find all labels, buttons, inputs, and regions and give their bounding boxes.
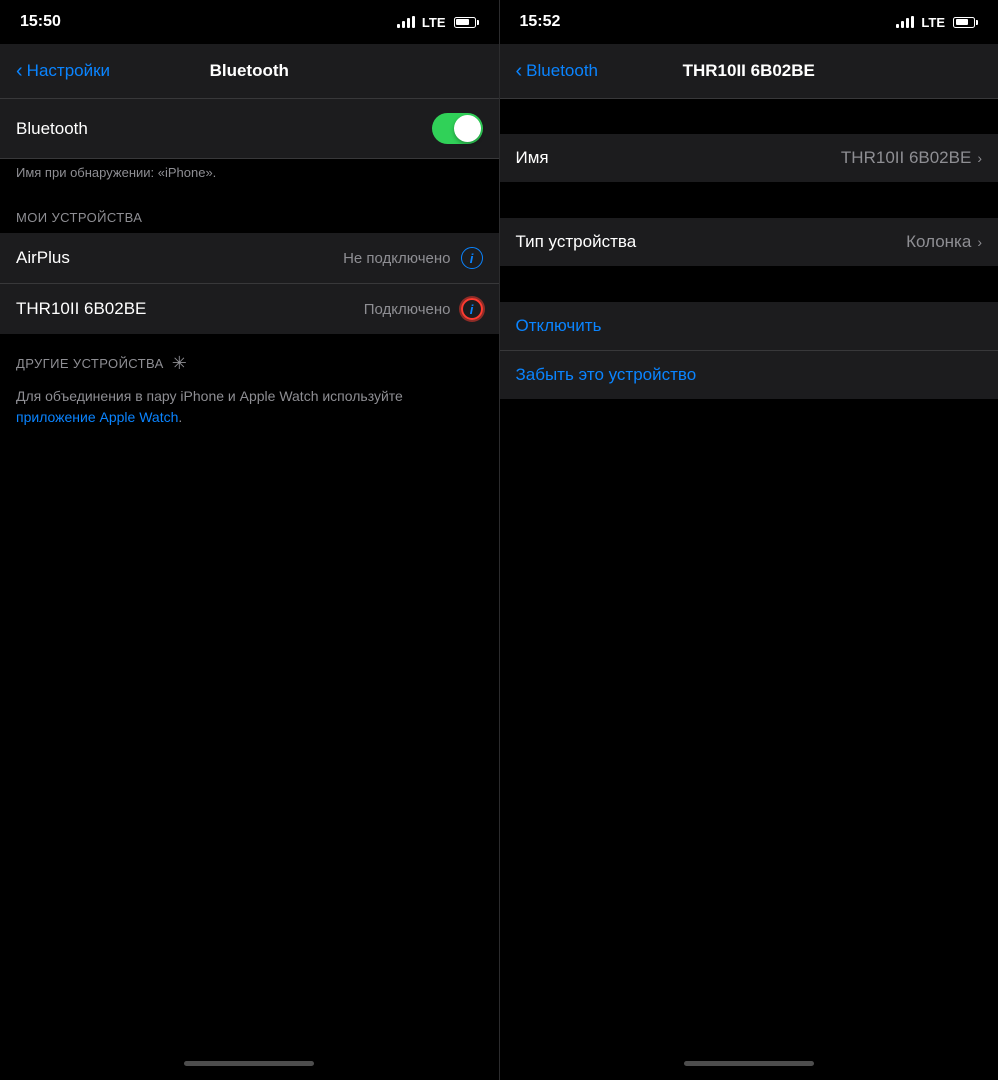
device-type-value: Колонка [906,232,971,252]
name-group: Имя THR10II 6B02BE › [500,134,998,182]
left-phone-panel: 15:50 LTE ‹ Настройки Bluetooth [0,0,499,1080]
back-label: Настройки [27,61,110,81]
name-label: Имя [516,148,549,168]
name-chevron-icon: › [977,150,982,166]
name-right: THR10II 6B02BE › [841,148,982,168]
left-status-bar: 15:50 LTE [0,0,499,44]
thr10-name: THR10II 6B02BE [16,299,146,319]
bluetooth-toggle[interactable] [432,113,483,144]
left-nav-bar: ‹ Настройки Bluetooth [0,44,499,98]
right-status-bar: 15:52 LTE [500,0,998,44]
airplus-status: Не подключено [343,250,450,267]
discovery-text: Имя при обнаружении: «iPhone». [0,159,499,192]
top-spacer [500,99,998,134]
actions-spacer [500,267,998,302]
left-content: Bluetooth Имя при обнаружении: «iPhone».… [0,99,499,1046]
airplus-device-row[interactable]: AirPlus Не подключено i [0,233,499,284]
apple-watch-text: Для объединения в пару iPhone и Apple Wa… [0,382,499,440]
airplus-name: AirPlus [16,248,70,268]
right-back-label: Bluetooth [526,61,598,81]
forget-device-row[interactable]: Забыть это устройство [500,351,998,399]
disconnect-label: Отключить [516,316,602,336]
left-nav-title: Bluetooth [210,61,289,81]
apple-watch-suffix: . [178,409,182,425]
thr10-right: Подключено i [364,298,483,320]
name-value: THR10II 6B02BE [841,148,971,168]
thr10-info-button[interactable]: i [461,298,483,320]
right-phone-panel: 15:52 LTE ‹ Bluetooth THR10II 6B02BE [500,0,998,1080]
name-row[interactable]: Имя THR10II 6B02BE › [500,134,998,182]
spinner-icon: ✳ [172,353,187,374]
back-to-bluetooth-button[interactable]: ‹ Bluetooth [516,61,599,81]
right-nav-bar: ‹ Bluetooth THR10II 6B02BE [500,44,998,98]
mid-spacer [500,183,998,218]
right-nav-title: THR10II 6B02BE [683,61,815,81]
right-content: Имя THR10II 6B02BE › Тип устройства Коло… [500,99,998,1046]
left-status-icons: LTE [397,15,479,30]
my-devices-header: МОИ УСТРОЙСТВА [0,192,499,233]
apple-watch-prefix: Для объединения в пару iPhone и Apple Wa… [16,388,403,404]
thr10-device-row[interactable]: THR10II 6B02BE Подключено i [0,284,499,334]
signal-bars-icon [397,16,415,28]
bluetooth-toggle-row: Bluetooth [0,99,499,158]
forget-device-label: Забыть это устройство [516,365,697,385]
my-devices-group: AirPlus Не подключено i THR10II 6B02BE П… [0,233,499,334]
battery-icon [454,17,479,28]
apple-watch-link[interactable]: приложение Apple Watch [16,409,178,425]
device-type-label: Тип устройства [516,232,637,252]
device-type-group: Тип устройства Колонка › [500,218,998,266]
bluetooth-label: Bluetooth [16,119,88,139]
right-battery-icon [953,17,978,28]
thr10-status: Подключено [364,301,451,318]
left-time: 15:50 [20,13,61,31]
right-home-bar [684,1061,814,1066]
left-home-indicator [0,1046,499,1080]
right-back-chevron-icon: ‹ [516,61,523,81]
lte-label: LTE [422,15,446,30]
airplus-info-button[interactable]: i [461,247,483,269]
actions-group: Отключить Забыть это устройство [500,302,998,399]
right-home-indicator [500,1046,998,1080]
right-signal-bars-icon [896,16,914,28]
device-type-row[interactable]: Тип устройства Колонка › [500,218,998,266]
back-to-settings-button[interactable]: ‹ Настройки [16,61,110,81]
right-lte-label: LTE [921,15,945,30]
toggle-thumb [454,115,481,142]
disconnect-row[interactable]: Отключить [500,302,998,351]
back-chevron-icon: ‹ [16,61,23,81]
home-bar [184,1061,314,1066]
other-devices-label: ДРУГИЕ УСТРОЙСТВА [16,356,164,371]
device-type-right: Колонка › [906,232,982,252]
right-status-icons: LTE [896,15,978,30]
device-type-chevron-icon: › [977,234,982,250]
right-time: 15:52 [520,13,561,31]
other-devices-header: ДРУГИЕ УСТРОЙСТВА ✳ [0,335,499,382]
airplus-right: Не подключено i [343,247,482,269]
